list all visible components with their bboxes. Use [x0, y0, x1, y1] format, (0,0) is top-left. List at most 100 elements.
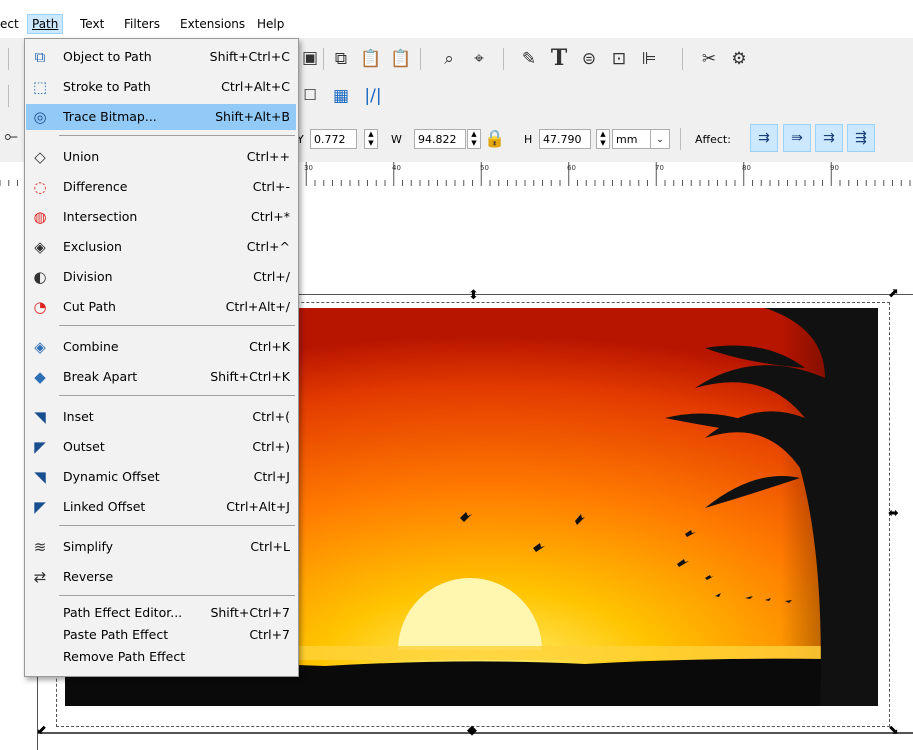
objects-icon[interactable]: ⊡ — [608, 48, 630, 70]
menu-item-shortcut: Ctrl+/ — [253, 269, 290, 284]
menu-item-difference[interactable]: ◌ Difference Ctrl+- — [26, 174, 296, 200]
zoom-drawing-icon[interactable]: ⌖ — [468, 48, 490, 70]
menu-edit[interactable]: ect — [0, 17, 19, 31]
menu-item-label: Outset — [63, 439, 105, 454]
scale-handle-bottom[interactable]: ◆ — [467, 723, 477, 738]
separator — [682, 48, 683, 70]
align-icon[interactable]: ⊫ — [638, 48, 660, 70]
affect-label: Affect: — [695, 133, 731, 146]
w-input[interactable]: 94.822 — [414, 129, 466, 149]
stroke-to-path-icon: ⬚ — [32, 78, 48, 96]
menu-item-shortcut: Ctrl+^ — [246, 239, 290, 254]
document-properties-icon[interactable]: ⚙ — [728, 48, 750, 70]
menu-item-label: Path Effect Editor... — [63, 605, 183, 620]
move-gradients-icon[interactable]: ⇉ — [815, 124, 843, 152]
menu-item-exclusion[interactable]: ◈ Exclusion Ctrl+^ — [26, 234, 296, 260]
trace-bitmap-icon: ◎ — [33, 108, 47, 126]
xml-editor-icon[interactable]: ⊜ — [578, 48, 600, 70]
menu-item-shortcut: Ctrl+* — [251, 209, 290, 224]
ruler-label: 90 — [830, 164, 839, 172]
menu-item-linked-offset[interactable]: ◤ Linked Offset Ctrl+Alt+J — [26, 494, 296, 520]
menu-item-simplify[interactable]: ≋ Simplify Ctrl+L — [26, 534, 296, 560]
menu-item-label: Reverse — [63, 569, 114, 584]
menu-item-shortcut: Ctrl+7 — [249, 627, 290, 642]
lower-icon[interactable]: ⟜ — [4, 126, 18, 146]
text-tool-icon[interactable]: T — [548, 45, 570, 71]
separator — [323, 48, 324, 70]
scale-handle-top-right[interactable]: ⬈ — [888, 286, 899, 301]
menu-item-remove-path-effect[interactable]: Remove Path Effect — [26, 646, 296, 668]
menu-item-shortcut: Ctrl+Alt+C — [221, 79, 290, 94]
menu-item-path-effect-editor[interactable]: Path Effect Editor... Shift+Ctrl+7 — [26, 602, 296, 624]
y-spinner[interactable]: ▲ ▼ — [364, 129, 378, 149]
menu-help[interactable]: Help — [257, 17, 284, 31]
unit-value: mm — [616, 133, 638, 146]
menu-text[interactable]: Text — [80, 17, 104, 31]
menu-item-label: Intersection — [63, 209, 138, 224]
menu-item-label: Cut Path — [63, 299, 116, 314]
menu-item-label: Simplify — [63, 539, 114, 554]
scale-stroke-icon[interactable]: ⇉ — [750, 124, 778, 152]
menu-item-trace-bitmap[interactable]: ◎ Trace Bitmap... Shift+Alt+B — [26, 104, 296, 130]
snap-page-icon[interactable]: ☐ — [300, 85, 320, 105]
separator — [8, 85, 9, 107]
menu-item-object-to-path[interactable]: ⧉ Object to Path Shift+Ctrl+C — [26, 44, 296, 70]
menu-item-stroke-to-path[interactable]: ⬚ Stroke to Path Ctrl+Alt+C — [26, 74, 296, 100]
menu-separator — [59, 325, 295, 326]
menu-item-shortcut: Ctrl+K — [249, 339, 290, 354]
menu-item-shortcut: Shift+Alt+B — [215, 109, 290, 124]
unit-select[interactable]: mm ⌄ — [612, 129, 670, 149]
reverse-icon: ⇄ — [33, 568, 47, 586]
menu-item-label: Inset — [63, 409, 94, 424]
snap-guide-icon[interactable]: |/| — [362, 85, 384, 107]
menu-item-paste-path-effect[interactable]: Paste Path Effect Ctrl+7 — [26, 624, 296, 646]
menu-item-shortcut: Ctrl+- — [252, 179, 290, 194]
print-icon[interactable]: ▣ — [300, 48, 320, 68]
menu-item-dynamic-offset[interactable]: ◥ Dynamic Offset Ctrl+J — [26, 464, 296, 490]
w-spinner[interactable]: ▲ ▼ — [467, 129, 481, 149]
menu-path-label: Path — [32, 17, 59, 31]
menu-item-label: Dynamic Offset — [63, 469, 160, 484]
menu-item-shortcut: Shift+Ctrl+C — [209, 49, 290, 64]
menu-item-inset[interactable]: ◥ Inset Ctrl+( — [26, 404, 296, 430]
edit-path-icon[interactable]: ✎ — [518, 48, 540, 70]
menu-item-label: Remove Path Effect — [63, 649, 186, 664]
division-icon: ◐ — [33, 268, 47, 286]
menu-item-label: Linked Offset — [63, 499, 146, 514]
separator — [8, 48, 9, 70]
object-to-path-icon: ⧉ — [34, 48, 46, 66]
paste-icon[interactable]: 📋 — [360, 48, 382, 70]
menu-item-union[interactable]: ◇ Union Ctrl++ — [26, 144, 296, 170]
scale-handle-right[interactable]: ⬌ — [888, 506, 899, 521]
snap-grid-icon[interactable]: ▦ — [330, 85, 352, 107]
menu-item-combine[interactable]: ◈ Combine Ctrl+K — [26, 334, 296, 360]
preferences-icon[interactable]: ✂ — [698, 48, 720, 70]
zoom-selection-icon[interactable]: ⌕ — [438, 48, 460, 70]
scale-handle-top[interactable]: ⬍ — [468, 288, 479, 303]
move-patterns-icon[interactable]: ⇶ — [847, 124, 875, 152]
menu-item-cut-path[interactable]: ◔ Cut Path Ctrl+Alt+/ — [26, 294, 296, 320]
menu-item-reverse[interactable]: ⇄ Reverse — [26, 564, 296, 590]
h-spinner[interactable]: ▲ ▼ — [596, 129, 610, 149]
h-input[interactable]: 47.790 — [539, 129, 591, 149]
copy-icon[interactable]: ⧉ — [330, 48, 352, 70]
ruler-label: 50 — [480, 164, 489, 172]
y-input[interactable]: 0.772 — [310, 129, 357, 149]
menu-item-intersection[interactable]: ◍ Intersection Ctrl+* — [26, 204, 296, 230]
menu-item-break-apart[interactable]: ◆ Break Apart Shift+Ctrl+K — [26, 364, 296, 390]
ruler-label: 60 — [567, 164, 576, 172]
menu-item-shortcut: Shift+Ctrl+K — [210, 369, 290, 384]
menu-item-shortcut: Ctrl++ — [246, 149, 290, 164]
scale-handle-bottom-left[interactable]: ⬋ — [36, 723, 47, 738]
menu-filters[interactable]: Filters — [124, 17, 160, 31]
menu-item-division[interactable]: ◐ Division Ctrl+/ — [26, 264, 296, 290]
menu-item-shortcut: Ctrl+J — [253, 469, 290, 484]
scale-handle-bottom-right[interactable]: ⬊ — [888, 723, 899, 738]
menu-item-outset[interactable]: ◤ Outset Ctrl+) — [26, 434, 296, 460]
paste-in-place-icon[interactable]: 📋 — [390, 48, 412, 70]
menu-path[interactable]: Path — [27, 14, 64, 34]
menu-extensions[interactable]: Extensions — [180, 17, 245, 31]
lock-icon[interactable]: 🔒 — [484, 128, 505, 150]
scale-corners-icon[interactable]: ⇛ — [783, 124, 811, 152]
union-icon: ◇ — [34, 148, 46, 166]
